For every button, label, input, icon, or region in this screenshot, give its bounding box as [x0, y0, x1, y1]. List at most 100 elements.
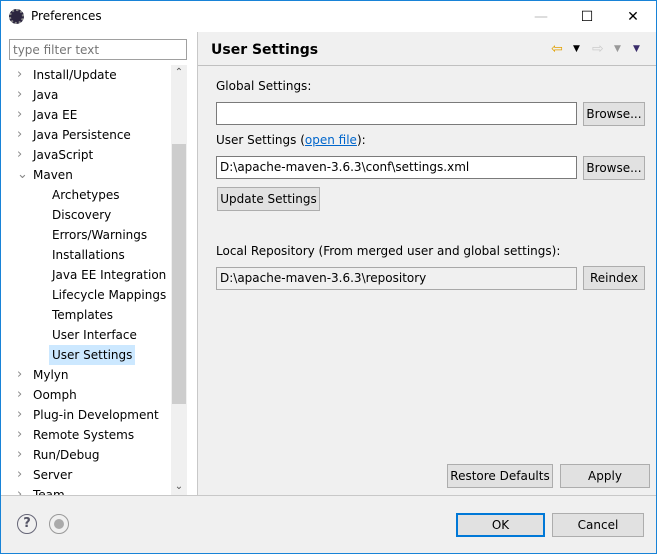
tree-item-label: Remote Systems: [33, 428, 135, 442]
tree-item[interactable]: › Java Persistence: [1, 125, 171, 145]
tree-item-label: Templates: [52, 308, 114, 322]
settings-page: User Settings ⇦ ▼ ⇨ ▼ ▼ Global Settings:…: [198, 32, 656, 495]
tree-item-label: User Interface: [52, 328, 137, 342]
tree-item-label: JavaScript: [33, 148, 94, 162]
header-separator: [198, 65, 656, 66]
tree-item-label: Lifecycle Mappings: [52, 288, 167, 302]
chevron-right-icon[interactable]: ›: [17, 125, 22, 145]
back-arrow-icon[interactable]: ⇦: [551, 41, 563, 57]
tree-item-label: Mylyn: [33, 368, 69, 382]
tree-item-label: Archetypes: [52, 188, 120, 202]
chevron-right-icon[interactable]: ›: [17, 465, 22, 485]
chevron-right-icon[interactable]: ›: [17, 85, 22, 105]
scroll-down-icon[interactable]: ⌄: [171, 479, 187, 495]
update-settings-button[interactable]: Update Settings: [217, 187, 320, 211]
global-settings-label: Global Settings:: [216, 79, 312, 93]
tree-item[interactable]: › Java: [1, 85, 171, 105]
tree-item-label: Java Persistence: [33, 128, 131, 142]
tree-item[interactable]: › Oomph: [1, 385, 171, 405]
forward-menu-chevron-icon[interactable]: ▼: [614, 44, 621, 54]
user-settings-label-suffix: ):: [356, 133, 366, 147]
tree-item[interactable]: › Team: [1, 485, 171, 495]
browse-user-button[interactable]: Browse...: [583, 156, 645, 180]
tree-item[interactable]: Lifecycle Mappings: [1, 285, 171, 305]
close-button[interactable]: ✕: [610, 1, 656, 32]
reindex-button[interactable]: Reindex: [583, 266, 645, 290]
import-export-icon[interactable]: [49, 514, 69, 534]
preference-tree: › Install/Update › Java › Java EE › Java Persis…: [1, 65, 171, 495]
tree-item[interactable]: › Plug-in Development: [1, 405, 171, 425]
chevron-right-icon[interactable]: ›: [17, 405, 22, 425]
tree-item[interactable]: User Settings: [1, 345, 171, 365]
minimize-button[interactable]: —: [518, 1, 564, 32]
tree-item-label: Server: [33, 468, 73, 482]
footer-separator: [1, 495, 656, 496]
chevron-right-icon[interactable]: ›: [17, 145, 22, 165]
forward-arrow-icon[interactable]: ⇨: [592, 41, 604, 57]
tree-item-label: Discovery: [52, 208, 112, 222]
chevron-right-icon[interactable]: ›: [17, 445, 22, 465]
tree-item-label: User Settings: [49, 345, 136, 365]
tree-item-label: Java EE: [33, 108, 78, 122]
local-repository-label: Local Repository (From merged user and g…: [216, 244, 561, 258]
chevron-right-icon[interactable]: ›: [17, 105, 22, 125]
tree-item-label: Java: [33, 88, 59, 102]
scroll-up-icon[interactable]: ⌃: [171, 65, 187, 81]
page-title: User Settings: [211, 42, 319, 58]
chevron-right-icon[interactable]: ›: [17, 385, 22, 405]
cancel-button[interactable]: Cancel: [552, 513, 644, 537]
tree-item[interactable]: › Install/Update: [1, 65, 171, 85]
preferences-window: Preferences — ☐ ✕ › Install/Update › Java › J…: [0, 0, 657, 554]
record-dot-icon: [54, 519, 64, 529]
chevron-right-icon[interactable]: ›: [17, 65, 22, 85]
tree-item[interactable]: User Interface: [1, 325, 171, 345]
local-repository-field: D:\apache-maven-3.6.3\repository: [216, 267, 577, 290]
tree-item-label: Installations: [52, 248, 125, 262]
tree-item-label: Java EE Integration: [52, 268, 167, 282]
preference-tree-pane: › Install/Update › Java › Java EE › Java Persis…: [1, 32, 197, 495]
chevron-right-icon[interactable]: ›: [17, 425, 22, 445]
view-menu-icon[interactable]: ▼: [633, 44, 640, 54]
filter-input[interactable]: [9, 39, 187, 60]
ok-button[interactable]: OK: [456, 513, 545, 537]
tree-item[interactable]: Discovery: [1, 205, 171, 225]
tree-item-label: Oomph: [33, 388, 77, 402]
tree-item[interactable]: › JavaScript: [1, 145, 171, 165]
chevron-right-icon[interactable]: ›: [17, 365, 22, 385]
title-bar: Preferences — ☐ ✕: [1, 1, 656, 32]
tree-item[interactable]: Installations: [1, 245, 171, 265]
tree-item[interactable]: › Mylyn: [1, 365, 171, 385]
tree-item[interactable]: › Server: [1, 465, 171, 485]
scrollbar-thumb[interactable]: [172, 144, 186, 404]
tree-item-label: Errors/Warnings: [52, 228, 148, 242]
tree-item[interactable]: Java EE Integration: [1, 265, 171, 285]
tree-item[interactable]: ⌄ Maven: [1, 165, 171, 185]
open-file-link[interactable]: open file: [305, 133, 357, 147]
tree-scrollbar[interactable]: ⌃ ⌄: [171, 65, 187, 495]
eclipse-app-icon: [9, 9, 24, 24]
chevron-down-icon[interactable]: ⌄: [17, 165, 28, 185]
tree-item-label: Run/Debug: [33, 448, 100, 462]
back-menu-chevron-icon[interactable]: ▼: [573, 44, 580, 54]
global-settings-input[interactable]: [216, 102, 577, 125]
tree-item-label: Maven: [33, 168, 73, 182]
tree-item-label: Plug-in Development: [33, 408, 159, 422]
tree-item[interactable]: Templates: [1, 305, 171, 325]
tree-item-label: Install/Update: [33, 68, 117, 82]
user-settings-label: User Settings (open file):: [216, 133, 366, 147]
tree-item[interactable]: › Remote Systems: [1, 425, 171, 445]
tree-item[interactable]: Archetypes: [1, 185, 171, 205]
chevron-right-icon[interactable]: ›: [17, 485, 22, 495]
tree-item[interactable]: Errors/Warnings: [1, 225, 171, 245]
tree-item[interactable]: › Run/Debug: [1, 445, 171, 465]
tree-item-label: Team: [33, 488, 65, 495]
user-settings-label-text: User Settings (: [216, 133, 305, 147]
tree-item[interactable]: › Java EE: [1, 105, 171, 125]
browse-global-button[interactable]: Browse...: [583, 102, 645, 126]
restore-defaults-button[interactable]: Restore Defaults: [447, 464, 553, 488]
help-icon[interactable]: ?: [17, 514, 37, 534]
window-title: Preferences: [31, 9, 102, 23]
apply-button[interactable]: Apply: [560, 464, 650, 488]
maximize-button[interactable]: ☐: [564, 1, 610, 32]
user-settings-input[interactable]: D:\apache-maven-3.6.3\conf\settings.xml: [216, 156, 577, 179]
